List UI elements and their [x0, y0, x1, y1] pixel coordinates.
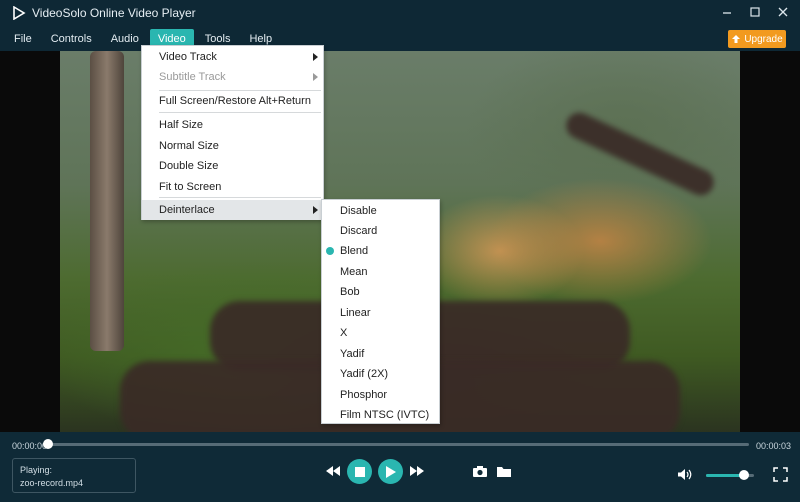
- upgrade-label: Upgrade: [744, 33, 783, 45]
- minimize-icon[interactable]: [720, 5, 734, 19]
- rewind-button[interactable]: [324, 464, 342, 478]
- letterbox-right: [740, 51, 800, 432]
- snapshot-button[interactable]: [471, 463, 489, 479]
- deinterlace-option-bob[interactable]: Bob: [322, 282, 439, 302]
- playing-label: Playing:: [20, 465, 53, 475]
- playback-controls: 00:00:00 00:00:03 Playing: zoo-record.mp…: [0, 432, 800, 502]
- fullscreen-button[interactable]: [771, 466, 789, 482]
- deinterlace-option-x[interactable]: X: [322, 323, 439, 343]
- menu-item-subtitle-track[interactable]: Subtitle Track: [142, 67, 323, 87]
- menu-item-label: Subtitle Track: [159, 71, 226, 83]
- menu-file[interactable]: File: [6, 29, 40, 48]
- menu-bar: File Controls Audio Video Tools Help: [0, 26, 800, 51]
- deinterlace-option-yadif-2x[interactable]: Yadif (2X): [322, 364, 439, 384]
- letterbox-left: [0, 51, 60, 432]
- stop-icon: [354, 466, 365, 477]
- window-controls: [720, 5, 790, 19]
- play-icon: [386, 465, 396, 478]
- menu-controls[interactable]: Controls: [43, 29, 100, 48]
- video-menu-dropdown: Video Track Subtitle Track Full Screen/R…: [141, 45, 324, 220]
- total-time: 00:00:03: [756, 441, 792, 451]
- menu-separator: [159, 197, 321, 198]
- volume-icon: [678, 468, 692, 480]
- menu-separator: [159, 112, 321, 113]
- rewind-icon: [326, 466, 340, 476]
- deinterlace-option-yadif[interactable]: Yadif: [322, 344, 439, 364]
- submenu-arrow-icon: [313, 73, 318, 81]
- close-icon[interactable]: [776, 5, 790, 19]
- deinterlace-option-blend[interactable]: Blend: [322, 241, 439, 261]
- video-scene-log: [562, 108, 718, 200]
- deinterlace-option-mean[interactable]: Mean: [322, 262, 439, 282]
- upgrade-arrow-icon: [732, 35, 741, 43]
- menu-item-label: Deinterlace: [159, 204, 215, 216]
- deinterlace-option-film-ntsc[interactable]: Film NTSC (IVTC): [322, 405, 439, 425]
- submenu-arrow-icon: [313, 53, 318, 61]
- app-logo-icon: [13, 6, 26, 20]
- progress-bar[interactable]: [43, 439, 749, 449]
- menu-item-video-track[interactable]: Video Track: [142, 47, 323, 67]
- fast-forward-icon: [410, 466, 424, 476]
- volume-handle[interactable]: [739, 470, 750, 480]
- volume-slider[interactable]: [706, 470, 754, 480]
- title-bar: VideoSolo Online Video Player: [0, 0, 800, 26]
- menu-item-fit-to-screen[interactable]: Fit to Screen: [142, 177, 323, 197]
- camera-icon: [473, 465, 487, 477]
- current-time: 00:00:00: [12, 441, 48, 451]
- deinterlace-submenu: Disable Discard Blend Mean Bob Linear X …: [321, 199, 440, 424]
- deinterlace-option-disable[interactable]: Disable: [322, 201, 439, 221]
- volume-button[interactable]: [676, 466, 694, 482]
- now-playing-box: Playing: zoo-record.mp4: [12, 458, 136, 493]
- app-title: VideoSolo Online Video Player: [32, 6, 196, 20]
- selected-radio-icon: [326, 247, 334, 255]
- menu-item-double-size[interactable]: Double Size: [142, 156, 323, 176]
- folder-icon: [497, 466, 511, 477]
- open-folder-button[interactable]: [495, 463, 513, 479]
- menu-item-half-size[interactable]: Half Size: [142, 115, 323, 135]
- menu-item-label: Blend: [340, 245, 369, 257]
- deinterlace-option-linear[interactable]: Linear: [322, 303, 439, 323]
- video-scene-tree: [90, 51, 124, 351]
- fast-forward-button[interactable]: [408, 464, 426, 478]
- fullscreen-icon: [772, 466, 788, 482]
- upgrade-button[interactable]: Upgrade: [728, 30, 786, 48]
- menu-item-normal-size[interactable]: Normal Size: [142, 136, 323, 156]
- progress-handle[interactable]: [43, 439, 53, 449]
- stop-button[interactable]: [347, 459, 372, 484]
- deinterlace-option-discard[interactable]: Discard: [322, 221, 439, 241]
- menu-item-full-screen[interactable]: Full Screen/Restore Alt+Return: [142, 91, 323, 111]
- menu-item-label: Video Track: [159, 51, 217, 63]
- submenu-arrow-icon: [313, 206, 318, 214]
- restore-icon[interactable]: [748, 5, 762, 19]
- playing-file-name: zoo-record.mp4: [20, 478, 84, 488]
- play-button[interactable]: [378, 459, 403, 484]
- deinterlace-option-phosphor[interactable]: Phosphor: [322, 385, 439, 405]
- menu-item-deinterlace[interactable]: Deinterlace: [142, 200, 323, 220]
